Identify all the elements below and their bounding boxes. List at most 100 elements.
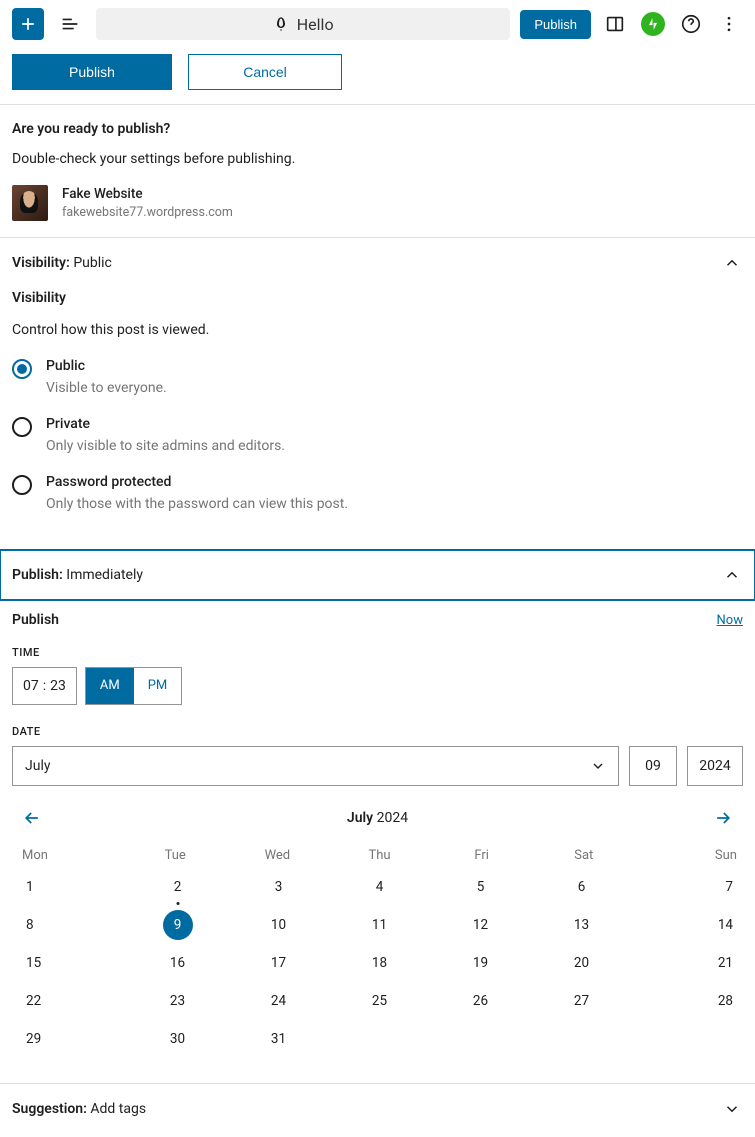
- calendar-day[interactable]: 5: [430, 875, 531, 899]
- calendar-day[interactable]: 26: [430, 989, 531, 1013]
- visibility-title: Visibility: [12, 290, 743, 306]
- hour-value: 07: [23, 678, 39, 694]
- radio-label: Password protected: [46, 474, 348, 490]
- next-month-button[interactable]: [709, 804, 737, 832]
- calendar-day[interactable]: 2: [127, 875, 228, 899]
- calendar-day[interactable]: 3: [228, 875, 329, 899]
- radio-description: Only those with the password can view th…: [46, 496, 348, 512]
- chevron-up-icon: [721, 564, 743, 586]
- calendar-day[interactable]: 28: [632, 989, 743, 1013]
- ready-subtext: Double-check your settings before publis…: [12, 151, 743, 167]
- calendar-day: [632, 1027, 743, 1051]
- suggestion-label: Suggestion:: [12, 1101, 87, 1117]
- radio-label: Public: [46, 358, 167, 374]
- calendar-day[interactable]: 30: [127, 1027, 228, 1051]
- year-input[interactable]: 2024: [687, 746, 743, 786]
- calendar-day[interactable]: 16: [127, 951, 228, 975]
- calendar-day: [531, 1027, 632, 1051]
- calendar-day[interactable]: 14: [632, 913, 743, 937]
- publish-button-toolbar[interactable]: Publish: [520, 10, 591, 39]
- more-vertical-icon: [719, 14, 739, 34]
- publish-panel-toggle[interactable]: Publish: Immediately: [0, 550, 755, 600]
- calendar-day[interactable]: 12: [430, 913, 531, 937]
- calendar-day[interactable]: 22: [12, 989, 127, 1013]
- site-url: fakewebsite77.wordpress.com: [62, 205, 233, 220]
- now-link[interactable]: Now: [717, 613, 743, 628]
- pm-button[interactable]: PM: [134, 668, 182, 704]
- day-input[interactable]: 09: [629, 746, 677, 786]
- post-title-text: Hello: [297, 15, 334, 34]
- site-info: Fake Website fakewebsite77.wordpress.com: [12, 185, 743, 221]
- calendar-nav: July 2024: [12, 804, 743, 832]
- more-options-button[interactable]: [715, 10, 743, 38]
- arrow-left-icon: [22, 808, 42, 828]
- publish-panel-body: Publish Now TIME 07 : 23 AM PM DATE July…: [0, 600, 755, 1083]
- calendar-day[interactable]: 7: [632, 875, 743, 899]
- publish-button[interactable]: Publish: [12, 54, 172, 90]
- visibility-panel-value: Public: [73, 255, 112, 271]
- month-value: July: [25, 758, 50, 774]
- post-title-field[interactable]: Hello: [96, 8, 510, 40]
- radio-button[interactable]: [12, 359, 32, 379]
- calendar-day[interactable]: 29: [12, 1027, 127, 1051]
- calendar-day[interactable]: 15: [12, 951, 127, 975]
- calendar-day[interactable]: 31: [228, 1027, 329, 1051]
- visibility-option-password-protected[interactable]: Password protected Only those with the pa…: [12, 474, 743, 512]
- radio-button[interactable]: [12, 475, 32, 495]
- calendar-day[interactable]: 21: [632, 951, 743, 975]
- calendar-day[interactable]: 6: [531, 875, 632, 899]
- time-input[interactable]: 07 : 23: [12, 667, 77, 705]
- calendar-day[interactable]: 4: [329, 875, 430, 899]
- top-toolbar: Hello Publish: [0, 0, 755, 48]
- calendar-day[interactable]: 13: [531, 913, 632, 937]
- calendar-day[interactable]: 24: [228, 989, 329, 1013]
- weekday-label: Thu: [328, 848, 430, 863]
- sidebar-toggle-button[interactable]: [601, 10, 629, 38]
- prev-month-button[interactable]: [18, 804, 46, 832]
- ready-section: Are you ready to publish? Double-check y…: [0, 105, 755, 237]
- visibility-panel-body: Visibility Control how this post is view…: [0, 290, 755, 550]
- calendar-day[interactable]: 25: [329, 989, 430, 1013]
- calendar-title: July 2024: [347, 810, 408, 826]
- add-block-button[interactable]: [12, 8, 44, 40]
- plus-icon: [18, 14, 38, 34]
- am-button[interactable]: AM: [86, 668, 134, 704]
- calendar-day[interactable]: 23: [127, 989, 228, 1013]
- calendar-day[interactable]: 1: [12, 875, 127, 899]
- visibility-panel-label: Visibility:: [12, 255, 70, 271]
- weekday-label: Mon: [12, 848, 124, 863]
- cancel-button[interactable]: Cancel: [188, 54, 342, 90]
- calendar-day[interactable]: 10: [228, 913, 329, 937]
- publish-action-row: Publish Cancel: [0, 48, 755, 104]
- visibility-option-public[interactable]: PublicVisible to everyone.: [12, 358, 743, 396]
- calendar-day[interactable]: 19: [430, 951, 531, 975]
- radio-description: Only visible to site admins and editors.: [46, 438, 285, 454]
- calendar-day[interactable]: 20: [531, 951, 632, 975]
- calendar-day[interactable]: 11: [329, 913, 430, 937]
- help-icon: [680, 13, 702, 35]
- calendar-day[interactable]: 9: [127, 913, 228, 937]
- chevron-up-icon: [721, 252, 743, 274]
- site-avatar: [12, 185, 48, 221]
- calendar-day: [329, 1027, 430, 1051]
- suggestion-panel-toggle[interactable]: Suggestion: Add tags: [0, 1084, 755, 1134]
- visibility-option-private[interactable]: PrivateOnly visible to site admins and e…: [12, 416, 743, 454]
- time-label: TIME: [12, 646, 743, 659]
- jetpack-button[interactable]: [639, 10, 667, 38]
- weekday-label: Sat: [533, 848, 635, 863]
- document-outline-button[interactable]: [54, 8, 86, 40]
- radio-button[interactable]: [12, 417, 32, 437]
- calendar-day[interactable]: 17: [228, 951, 329, 975]
- help-button[interactable]: [677, 10, 705, 38]
- weekday-label: Wed: [226, 848, 328, 863]
- calendar-day[interactable]: 27: [531, 989, 632, 1013]
- weekday-label: Tue: [124, 848, 226, 863]
- calendar-day[interactable]: 18: [329, 951, 430, 975]
- month-select[interactable]: July: [12, 746, 619, 786]
- visibility-subtext: Control how this post is viewed.: [12, 322, 743, 338]
- weekday-label: Fri: [431, 848, 533, 863]
- publish-panel-value: Immediately: [66, 567, 143, 583]
- visibility-panel-toggle[interactable]: Visibility: Public: [0, 238, 755, 288]
- calendar-day[interactable]: 8: [12, 913, 127, 937]
- ready-heading: Are you ready to publish?: [12, 121, 743, 137]
